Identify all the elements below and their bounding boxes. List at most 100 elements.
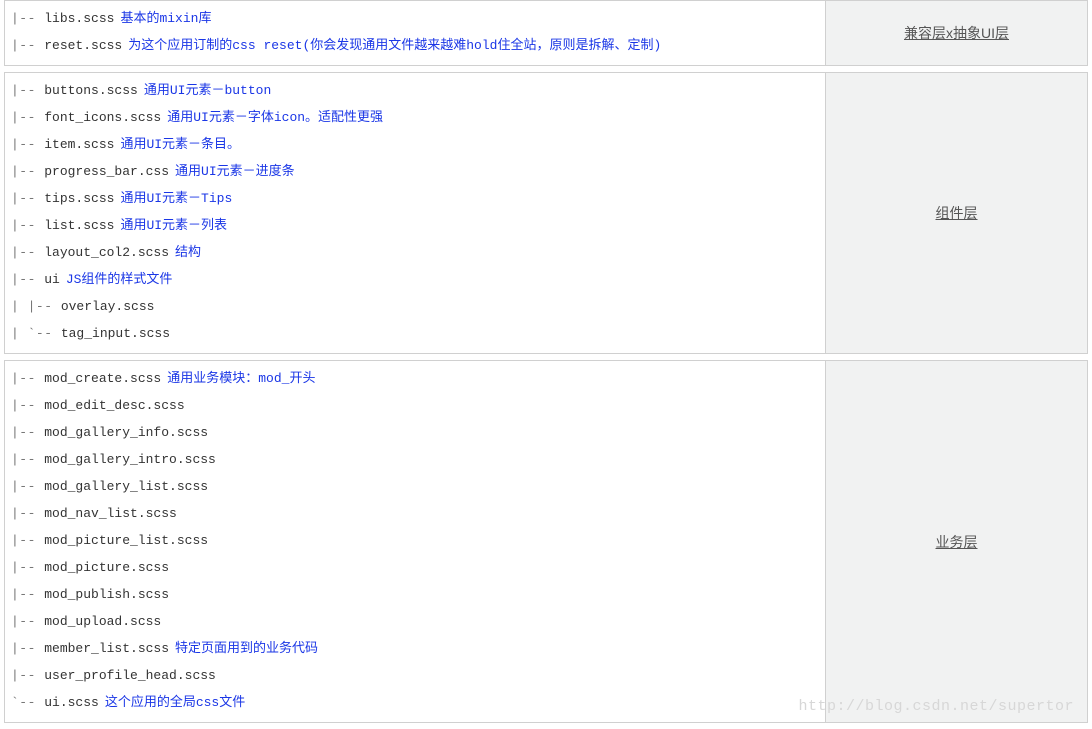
file-name: mod_gallery_intro.scss — [44, 452, 216, 467]
tree-compat: |-- libs.scss 基本的mixin库 |-- reset.scss 为这个… — [5, 1, 825, 65]
tree-prefix: |-- — [11, 371, 44, 386]
tree-prefix: |-- — [11, 191, 44, 206]
section-label-cell: 业务层 — [825, 361, 1087, 722]
tree-line: |-- user_profile_head.scss — [11, 662, 819, 689]
file-name: mod_publish.scss — [44, 587, 169, 602]
tree-prefix: |-- — [11, 533, 44, 548]
file-desc: 通用UI元素－Tips — [120, 191, 232, 206]
tree-prefix: |-- — [11, 398, 44, 413]
tree-component: |-- buttons.scss 通用UI元素－button |-- font_i… — [5, 73, 825, 353]
file-desc: 结构 — [175, 245, 201, 260]
file-name: mod_picture.scss — [44, 560, 169, 575]
tree-prefix: |-- — [11, 11, 44, 26]
file-desc: 这个应用的全局css文件 — [105, 695, 245, 710]
tree-line: |-- ui JS组件的样式文件 — [11, 266, 819, 293]
tree-prefix: |-- — [11, 641, 44, 656]
tree-prefix: | `-- — [11, 326, 61, 341]
tree-line: |-- list.scss 通用UI元素－列表 — [11, 212, 819, 239]
tree-line: |-- member_list.scss 特定页面用到的业务代码 — [11, 635, 819, 662]
tree-prefix: |-- — [11, 506, 44, 521]
tree-prefix: |-- — [11, 137, 44, 152]
tree-line: |-- mod_create.scss 通用业务模块：mod_开头 — [11, 365, 819, 392]
tree-prefix: |-- — [11, 245, 44, 260]
file-desc: 通用业务模块：mod_开头 — [167, 371, 315, 386]
file-name: mod_upload.scss — [44, 614, 161, 629]
file-desc: 通用UI元素－列表 — [120, 218, 227, 233]
file-name: reset.scss — [44, 38, 122, 53]
file-name: item.scss — [44, 137, 114, 152]
tree-line: |-- buttons.scss 通用UI元素－button — [11, 77, 819, 104]
file-name: mod_nav_list.scss — [44, 506, 177, 521]
section-label-cell: 兼容层x抽象UI层 — [825, 1, 1087, 65]
section-component: |-- buttons.scss 通用UI元素－button |-- font_i… — [4, 72, 1088, 354]
tree-line: |-- item.scss 通用UI元素－条目。 — [11, 131, 819, 158]
file-desc: 特定页面用到的业务代码 — [175, 641, 318, 656]
tree-line: |-- mod_picture.scss — [11, 554, 819, 581]
file-name: mod_create.scss — [44, 371, 161, 386]
tree-line: |-- mod_upload.scss — [11, 608, 819, 635]
tree-line: |-- reset.scss 为这个应用订制的css reset(你会发现通用文件… — [11, 32, 819, 59]
tree-line: |-- mod_gallery_info.scss — [11, 419, 819, 446]
tree-prefix: |-- — [11, 425, 44, 440]
file-name: font_icons.scss — [44, 110, 161, 125]
tree-prefix: |-- — [11, 587, 44, 602]
tree-line: |-- mod_nav_list.scss — [11, 500, 819, 527]
tree-prefix: |-- — [11, 272, 44, 287]
file-desc: 通用UI元素－button — [144, 83, 271, 98]
file-name: progress_bar.css — [44, 164, 169, 179]
section-compat: |-- libs.scss 基本的mixin库 |-- reset.scss 为这个… — [4, 0, 1088, 66]
tree-line: |-- font_icons.scss 通用UI元素－字体icon。适配性更强 — [11, 104, 819, 131]
file-name: overlay.scss — [61, 299, 155, 314]
tree-prefix: |-- — [11, 452, 44, 467]
tree-prefix: |-- — [11, 218, 44, 233]
file-name: tag_input.scss — [61, 326, 170, 341]
tree-prefix: |-- — [11, 560, 44, 575]
file-name: libs.scss — [44, 11, 114, 26]
section-label-link[interactable]: 业务层 — [936, 532, 978, 552]
file-name: tips.scss — [44, 191, 114, 206]
file-name: mod_picture_list.scss — [44, 533, 208, 548]
tree-prefix: |-- — [11, 164, 44, 179]
tree-line: |-- mod_publish.scss — [11, 581, 819, 608]
file-name: list.scss — [44, 218, 114, 233]
tree-prefix: `-- — [11, 695, 44, 710]
tree-prefix: |-- — [11, 668, 44, 683]
tree-line: |-- libs.scss 基本的mixin库 — [11, 5, 819, 32]
tree-prefix: |-- — [11, 479, 44, 494]
file-name: mod_edit_desc.scss — [44, 398, 184, 413]
tree-line: | |-- overlay.scss — [11, 293, 819, 320]
tree-prefix: |-- — [11, 38, 44, 53]
file-desc: 通用UI元素－进度条 — [175, 164, 295, 179]
tree-line: |-- mod_gallery_intro.scss — [11, 446, 819, 473]
tree-line: |-- tips.scss 通用UI元素－Tips — [11, 185, 819, 212]
section-label-cell: 组件层 — [825, 73, 1087, 353]
file-desc: JS组件的样式文件 — [66, 272, 173, 287]
tree-line: | `-- tag_input.scss — [11, 320, 819, 347]
tree-business: |-- mod_create.scss 通用业务模块：mod_开头 |-- mod… — [5, 361, 825, 722]
file-desc: 基本的mixin库 — [120, 11, 211, 26]
file-name: mod_gallery_info.scss — [44, 425, 208, 440]
section-label-link[interactable]: 兼容层x抽象UI层 — [904, 23, 1009, 43]
file-name: member_list.scss — [44, 641, 169, 656]
tree-line: |-- mod_picture_list.scss — [11, 527, 819, 554]
file-name: mod_gallery_list.scss — [44, 479, 208, 494]
section-business: |-- mod_create.scss 通用业务模块：mod_开头 |-- mod… — [4, 360, 1088, 723]
file-name: buttons.scss — [44, 83, 138, 98]
tree-prefix: |-- — [11, 110, 44, 125]
tree-prefix: | |-- — [11, 299, 61, 314]
section-label-link[interactable]: 组件层 — [936, 203, 978, 223]
file-name: ui — [44, 272, 60, 287]
tree-line: |-- mod_gallery_list.scss — [11, 473, 819, 500]
file-desc: 通用UI元素－字体icon。适配性更强 — [167, 110, 383, 125]
file-name: user_profile_head.scss — [44, 668, 216, 683]
file-desc: 通用UI元素－条目。 — [120, 137, 240, 152]
tree-line: |-- layout_col2.scss 结构 — [11, 239, 819, 266]
tree-line: |-- mod_edit_desc.scss — [11, 392, 819, 419]
file-desc: 为这个应用订制的css reset(你会发现通用文件越来越难hold住全站，原则… — [128, 38, 661, 53]
tree-line: `-- ui.scss 这个应用的全局css文件 — [11, 689, 819, 716]
tree-prefix: |-- — [11, 614, 44, 629]
file-name: ui.scss — [44, 695, 99, 710]
file-name: layout_col2.scss — [44, 245, 169, 260]
tree-prefix: |-- — [11, 83, 44, 98]
tree-line: |-- progress_bar.css 通用UI元素－进度条 — [11, 158, 819, 185]
